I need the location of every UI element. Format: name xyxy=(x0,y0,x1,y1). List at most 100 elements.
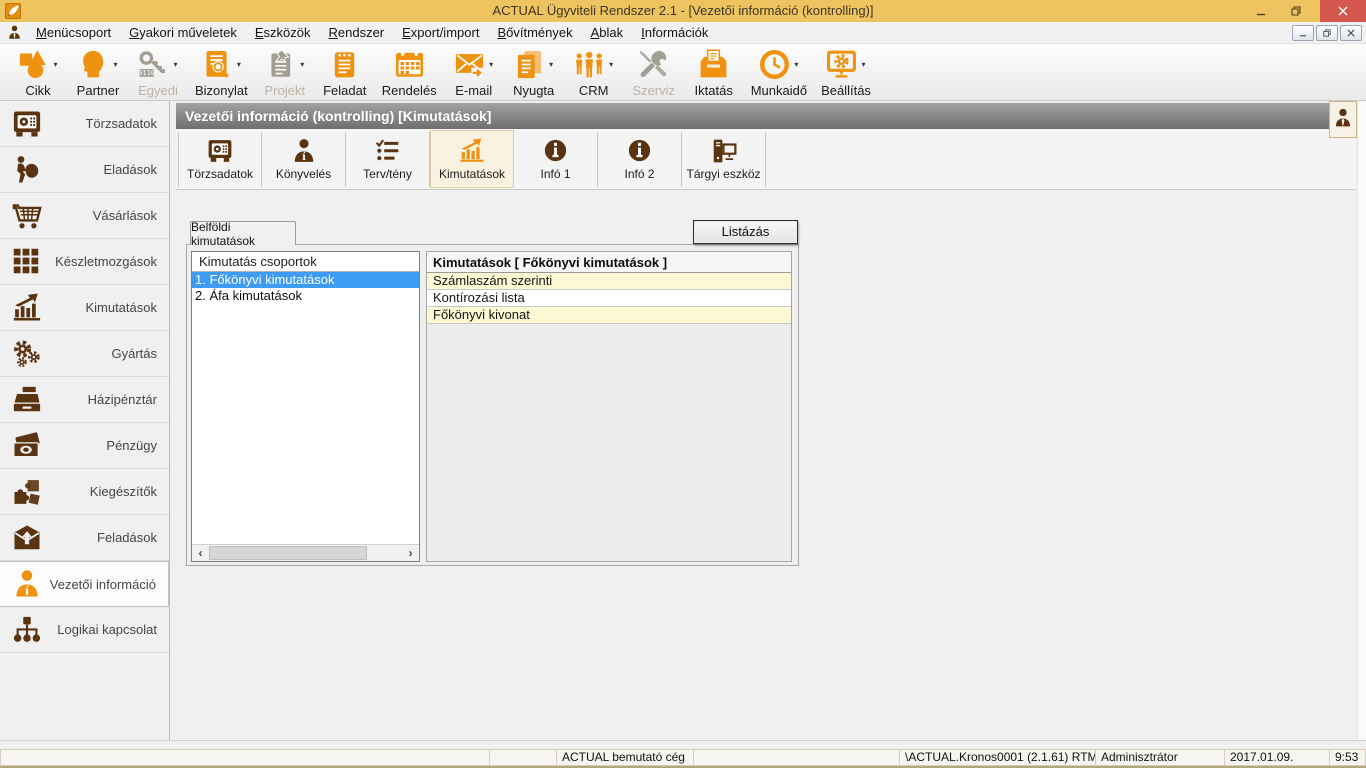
menu-rendszer[interactable]: Rendszer xyxy=(319,22,393,44)
tab-konyveles[interactable]: Könyvelés xyxy=(262,132,346,187)
archive-box-icon xyxy=(698,49,729,80)
sidebar-item-vasarlasok[interactable]: Vásárlások xyxy=(0,193,169,239)
dropdown-arrow-icon[interactable]: ▾ xyxy=(794,60,798,69)
checklist-icon xyxy=(375,138,401,164)
person-tie-icon xyxy=(1333,108,1353,137)
mdi-restore-button[interactable] xyxy=(1316,25,1338,41)
tab-info-2[interactable]: Infó 2 xyxy=(598,132,682,187)
tab-page: Kimutatás csoportok 1. Főkönyvi kimutatá… xyxy=(186,244,799,566)
envelope-up-icon xyxy=(12,523,42,553)
toolbar-rendeles[interactable]: Rendelés xyxy=(382,48,437,98)
status-user: Adminisztrátor xyxy=(1096,749,1225,766)
safe-icon xyxy=(207,138,233,164)
window-minimize-button[interactable] xyxy=(1246,0,1276,22)
toolbar-projekt[interactable]: ▾ Projekt xyxy=(262,48,308,98)
sidebar-item-eladasok[interactable]: Eladások xyxy=(0,147,169,193)
status-date: 2017.01.09. xyxy=(1225,749,1330,766)
menu-menucsoport[interactable]: Menücsoport xyxy=(27,22,120,44)
page-title: Vezetői információ (kontrolling) [Kimuta… xyxy=(176,103,1356,129)
toolbar-bizonylat[interactable]: ▾ Bizonylat xyxy=(195,48,248,98)
dropdown-arrow-icon[interactable]: ▾ xyxy=(861,60,865,69)
money-icon xyxy=(12,431,42,461)
dropdown-arrow-icon[interactable]: ▾ xyxy=(173,60,177,69)
menu-export-import[interactable]: Export/import xyxy=(393,22,488,44)
menu-eszkozok[interactable]: Eszközök xyxy=(246,22,320,44)
mdi-close-button[interactable] xyxy=(1340,25,1362,41)
tab-targyi-eszkoz[interactable]: Tárgyi eszköz xyxy=(682,132,766,187)
reports-list: Kimutatások [ Főkönyvi kimutatások ] Szá… xyxy=(426,251,792,562)
person-head-icon xyxy=(78,49,109,80)
toolbar-munkaido[interactable]: ▾ Munkaidő xyxy=(751,48,807,98)
tab-info-1[interactable]: Infó 1 xyxy=(514,132,598,187)
listazas-button[interactable]: Listázás xyxy=(693,220,798,244)
tab-torzsadatok[interactable]: Törzsadatok xyxy=(178,132,262,187)
sidebar-item-torzsadatok[interactable]: Törzsadatok xyxy=(0,101,169,147)
current-user-chip[interactable] xyxy=(1329,101,1357,138)
sidebar-item-penzugy[interactable]: Pénzügy xyxy=(0,423,169,469)
dropdown-arrow-icon[interactable]: ▾ xyxy=(609,60,613,69)
horizontal-scrollbar[interactable]: ‹ › xyxy=(192,544,419,561)
dropdown-arrow-icon[interactable]: ▾ xyxy=(237,60,241,69)
dropdown-arrow-icon[interactable]: ▾ xyxy=(113,60,117,69)
person-info-icon xyxy=(291,138,317,164)
toolbar-email[interactable]: ▾ E-mail xyxy=(451,48,497,98)
scroll-left-icon[interactable]: ‹ xyxy=(192,545,209,561)
report-row-fokonyvi-kivonat[interactable]: Főkönyvi kivonat xyxy=(427,307,791,324)
toolbar-crm[interactable]: ▾ CRM xyxy=(571,48,617,98)
sidebar-navigation: Törzsadatok Eladások Vásárlások Készletm… xyxy=(0,101,170,741)
status-time: 9:53 xyxy=(1330,749,1366,766)
sidebar-item-kiegeszitok[interactable]: Kiegészítők xyxy=(0,469,169,515)
puzzle-icon xyxy=(12,477,42,507)
sidebar-item-logikai-kapcsolat[interactable]: Logikai kapcsolat xyxy=(0,607,169,653)
calendar-icon xyxy=(394,49,425,80)
scrollbar-thumb[interactable] xyxy=(209,546,367,560)
documents-icon xyxy=(514,49,545,80)
status-bar: ACTUAL bemutató cég \ACTUAL.Kronos0001 (… xyxy=(0,749,1366,766)
dropdown-arrow-icon[interactable]: ▾ xyxy=(53,60,57,69)
dropdown-arrow-icon[interactable]: ▾ xyxy=(489,60,493,69)
mdi-minimize-button[interactable] xyxy=(1292,25,1314,41)
safe-icon xyxy=(12,109,42,139)
toolbar-feladat[interactable]: Feladat xyxy=(322,48,368,98)
module-tab-bar: Törzsadatok Könyvelés Terv/tény Kimutatá… xyxy=(176,129,1356,190)
toolbar-nyugta[interactable]: ▾ Nyugta xyxy=(511,48,557,98)
tab-terv-teny[interactable]: Terv/tény xyxy=(346,132,430,187)
sidebar-item-keszletmozgasok[interactable]: Készletmozgások xyxy=(0,239,169,285)
window-close-button[interactable] xyxy=(1320,0,1366,22)
status-cell-empty-1 xyxy=(0,749,490,766)
toolbar-beallitas[interactable]: ▾ Beállítás xyxy=(821,48,871,98)
tools-icon xyxy=(638,49,669,80)
subtab-belfoldi-kimutatasok[interactable]: Belföldi kimutatások xyxy=(190,221,296,245)
list-item-afa-kimutatasok[interactable]: 2. Áfa kimutatások xyxy=(192,288,419,304)
report-row-szamlaszam-szerinti[interactable]: Számlaszám szerinti xyxy=(427,273,791,290)
cart-icon xyxy=(12,201,42,231)
tab-kimutatasok[interactable]: Kimutatások xyxy=(430,130,514,188)
menu-ablak[interactable]: Ablak xyxy=(582,22,633,44)
toolbar-szerviz[interactable]: Szerviz xyxy=(631,48,677,98)
mdi-window-controls xyxy=(1292,25,1362,41)
toolbar-cikk[interactable]: ▾ Cikk xyxy=(15,48,61,98)
menu-bovitmenyek[interactable]: Bővítmények xyxy=(488,22,581,44)
menu-bar: Menücsoport Gyakori műveletek Eszközök R… xyxy=(0,22,1366,44)
user-menu-icon xyxy=(7,25,22,41)
menu-gyakori-muveletek[interactable]: Gyakori műveletek xyxy=(120,22,246,44)
toolbar-iktatas[interactable]: Iktatás xyxy=(691,48,737,98)
sidebar-item-feladasok[interactable]: Feladások xyxy=(0,515,169,561)
status-company: ACTUAL bemutató cég xyxy=(557,749,694,766)
shapes-icon xyxy=(18,49,49,80)
sidebar-item-hazipenztar[interactable]: Házipénztár xyxy=(0,377,169,423)
info-icon xyxy=(543,138,569,164)
report-row-kontirozasi-lista[interactable]: Kontírozási lista xyxy=(427,290,791,307)
sidebar-item-vezetoi-informacio[interactable]: Vezetői információ xyxy=(0,561,169,607)
menu-informaciok[interactable]: Információk xyxy=(632,22,717,44)
window-restore-button[interactable] xyxy=(1280,0,1312,22)
toolbar-partner[interactable]: ▾ Partner xyxy=(75,48,121,98)
dropdown-arrow-icon[interactable]: ▾ xyxy=(300,60,304,69)
monitor-gear-icon xyxy=(826,49,857,80)
toolbar-egyedi[interactable]: ▾ Egyedi xyxy=(135,48,181,98)
sidebar-item-kimutatasok[interactable]: Kimutatások xyxy=(0,285,169,331)
dropdown-arrow-icon[interactable]: ▾ xyxy=(549,60,553,69)
scroll-right-icon[interactable]: › xyxy=(402,545,419,561)
list-item-fokonyvi-kimutatasok[interactable]: 1. Főkönyvi kimutatások xyxy=(192,272,419,288)
sidebar-item-gyartas[interactable]: Gyártás xyxy=(0,331,169,377)
